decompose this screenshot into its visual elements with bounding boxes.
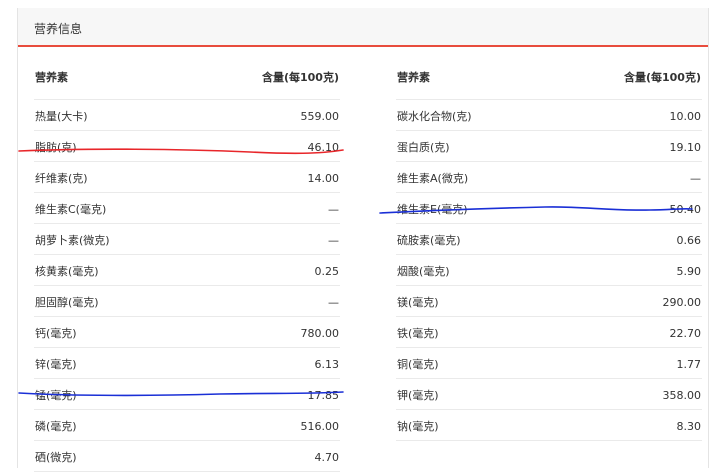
nutrition-panel: 营养信息 营养素 含量(每100克) 热量(大卡) 559.00 脂肪(克) 46.1…: [17, 8, 709, 472]
table-row: 硒(微克) 4.70: [34, 441, 340, 472]
table-row: 钾(毫克) 358.00: [396, 379, 702, 410]
nutrient-name: 铜(毫克): [397, 358, 439, 371]
nutrient-name: 热量(大卡): [35, 110, 88, 123]
nutrient-amount: 46.10: [307, 141, 340, 154]
nutrient-amount: 358.00: [662, 389, 702, 402]
nutrient-name: 胡萝卜素(微克): [35, 234, 110, 247]
nutrient-name: 锰(毫克): [35, 389, 77, 402]
nutrient-name: 纤维素(克): [35, 172, 88, 185]
table-row: 纤维素(克) 14.00: [34, 162, 340, 193]
nutrient-amount: 4.70: [314, 451, 340, 464]
table-row: 维生素A(微克) —: [396, 162, 702, 193]
table-row: 硫胺素(毫克) 0.66: [396, 224, 702, 255]
nutrient-name: 碳水化合物(克): [397, 110, 472, 123]
table-row: 镁(毫克) 290.00: [396, 286, 702, 317]
column-header-nutrient: 营养素: [397, 71, 430, 84]
nutrient-amount: 19.10: [669, 141, 702, 154]
nutrient-amount: 10.00: [669, 110, 702, 123]
column-header-amount: 含量(每100克): [261, 71, 339, 84]
table-row: 铁(毫克) 22.70: [396, 317, 702, 348]
table-header-row: 营养素 含量(每100克): [34, 55, 340, 100]
nutrient-name: 钠(毫克): [397, 420, 439, 433]
nutrient-name: 烟酸(毫克): [397, 265, 450, 278]
nutrient-name: 脂肪(克): [35, 141, 77, 154]
nutrient-name: 蛋白质(克): [397, 141, 450, 154]
nutrient-amount: 780.00: [300, 327, 340, 340]
nutrient-amount: 14.00: [307, 172, 340, 185]
nutrient-amount: 516.00: [300, 420, 340, 433]
table-row: 蛋白质(克) 19.10: [396, 131, 702, 162]
nutrient-name: 铁(毫克): [397, 327, 439, 340]
nutrient-name: 磷(毫克): [35, 420, 77, 433]
nutrient-amount: 5.90: [676, 265, 702, 278]
nutrition-table-left: 营养素 含量(每100克) 热量(大卡) 559.00 脂肪(克) 46.10 纤维素(…: [34, 55, 340, 472]
panel-title: 营养信息: [34, 22, 83, 36]
table-row: 热量(大卡) 559.00: [34, 100, 340, 131]
nutrient-amount: 8.30: [676, 420, 702, 433]
table-row: 维生素E(毫克) 50.40: [396, 193, 702, 224]
column-header-nutrient: 营养素: [35, 71, 68, 84]
table-row: 维生素C(毫克) —: [34, 193, 340, 224]
table-row: 锌(毫克) 6.13: [34, 348, 340, 379]
table-row: 钠(毫克) 8.30: [396, 410, 702, 441]
nutrient-name: 维生素A(微克): [397, 172, 469, 185]
nutrient-amount: 0.66: [676, 234, 702, 247]
table-row: 胡萝卜素(微克) —: [34, 224, 340, 255]
nutrient-amount: —: [328, 296, 339, 309]
nutrient-name: 钙(毫克): [35, 327, 77, 340]
nutrient-amount: —: [328, 203, 339, 216]
table-row: 碳水化合物(克) 10.00: [396, 100, 702, 131]
nutrient-name: 核黄素(毫克): [35, 265, 99, 278]
nutrient-name: 锌(毫克): [35, 358, 77, 371]
nutrient-name: 钾(毫克): [397, 389, 439, 402]
nutrient-name: 镁(毫克): [397, 296, 439, 309]
nutrient-name: 硒(微克): [35, 451, 77, 464]
nutrient-amount: 290.00: [662, 296, 702, 309]
nutrient-amount: 6.13: [314, 358, 340, 371]
nutrient-amount: 50.40: [669, 203, 702, 216]
table-row: 核黄素(毫克) 0.25: [34, 255, 340, 286]
nutrient-amount: 1.77: [676, 358, 702, 371]
table-row: 磷(毫克) 516.00: [34, 410, 340, 441]
column-header-amount: 含量(每100克): [623, 71, 701, 84]
nutrient-name: 硫胺素(毫克): [397, 234, 461, 247]
table-row: 胆固醇(毫克) —: [34, 286, 340, 317]
panel-header: 营养信息: [18, 8, 708, 47]
table-row: 烟酸(毫克) 5.90: [396, 255, 702, 286]
table-row: 锰(毫克) 17.85: [34, 379, 340, 410]
nutrient-name: 胆固醇(毫克): [35, 296, 99, 309]
table-header-row: 营养素 含量(每100克): [396, 55, 702, 100]
nutrient-name: 维生素E(毫克): [397, 203, 468, 216]
nutrient-amount: 17.85: [307, 389, 340, 402]
table-row: 钙(毫克) 780.00: [34, 317, 340, 348]
nutrition-table-right: 营养素 含量(每100克) 碳水化合物(克) 10.00 蛋白质(克) 19.10 维生…: [396, 55, 702, 441]
nutrient-amount: —: [690, 172, 701, 185]
nutrient-amount: 0.25: [314, 265, 340, 278]
table-row: 铜(毫克) 1.77: [396, 348, 702, 379]
nutrient-amount: —: [328, 234, 339, 247]
nutrient-amount: 22.70: [669, 327, 702, 340]
nutrient-name: 维生素C(毫克): [35, 203, 107, 216]
table-row: 脂肪(克) 46.10: [34, 131, 340, 162]
nutrient-amount: 559.00: [300, 110, 340, 123]
